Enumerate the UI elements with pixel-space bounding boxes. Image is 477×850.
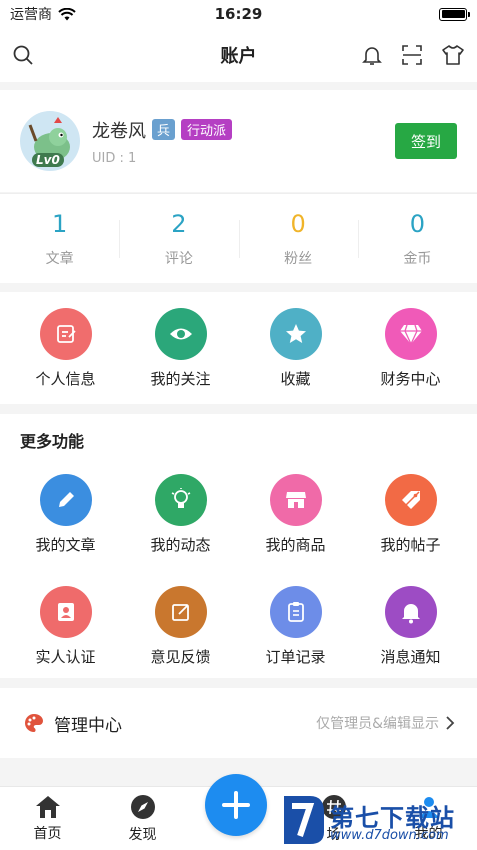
functions-row-1: 我的文章 我的动态 我的商品 我的帖子 (0, 474, 477, 555)
add-post-button[interactable] (205, 774, 267, 836)
user-name: 龙卷风 (92, 120, 146, 142)
stat-value: 0 (290, 209, 306, 238)
stat-label: 金币 (403, 250, 432, 267)
section-heading: 更多功能 (20, 432, 85, 451)
rank-tag: 兵 (152, 119, 176, 140)
stat-value: 2 (171, 209, 187, 238)
status-bar: 运营商 16:29 (0, 0, 477, 28)
tag-icon (384, 474, 437, 526)
function-feedback[interactable]: 意见反馈 (123, 586, 238, 667)
admin-only-hint: 仅管理员&编辑显示 (316, 716, 439, 732)
shirt-icon[interactable] (441, 44, 465, 66)
function-my-articles[interactable]: 我的文章 (8, 474, 123, 555)
function-my-activity[interactable]: 我的动态 (123, 474, 238, 555)
function-label: 消息通知 (380, 648, 441, 666)
menu-label: 财务中心 (380, 369, 441, 388)
function-order-records[interactable]: 订单记录 (238, 586, 353, 667)
avatar[interactable]: Lv0 (20, 111, 80, 171)
compass-icon (130, 794, 156, 820)
function-label: 我的帖子 (380, 536, 441, 554)
menu-label: 我的关注 (150, 369, 211, 388)
quick-menu: 个人信息 我的关注 收藏 财务中心 (0, 292, 477, 404)
search-icon[interactable] (12, 44, 34, 66)
function-label: 实人认证 (35, 648, 96, 666)
diamond-icon (384, 307, 437, 360)
stat-label: 评论 (164, 250, 193, 267)
star-icon (269, 307, 322, 360)
tab-label: 首页 (33, 825, 62, 842)
eye-icon (154, 307, 207, 360)
watermark-url: www.d7down.com (330, 828, 449, 843)
function-my-products[interactable]: 我的商品 (238, 474, 353, 555)
pen-icon (39, 474, 92, 526)
function-label: 我的商品 (265, 536, 326, 554)
watermark: 第七下载站 www.d7down.com (280, 792, 475, 850)
tab-label: 发现 (128, 826, 157, 843)
stat-articles[interactable]: 1 文章 (0, 210, 119, 268)
battery-icon (439, 7, 470, 21)
menu-following[interactable]: 我的关注 (123, 307, 238, 389)
id-card-icon (39, 586, 92, 638)
clipboard-icon (269, 586, 322, 638)
profile-card[interactable]: Lv0 龙卷风 兵 行动派 UID : 1 签到 (0, 90, 477, 192)
account-screen: 运营商 16:29 账户 Lv0 龙卷风 兵 行动派 UID: 1 签到 1 … (0, 0, 477, 850)
functions-row-2: 实人认证 意见反馈 订单记录 消息通知 (0, 586, 477, 667)
edit-icon (39, 307, 92, 360)
bell-icon[interactable] (361, 44, 383, 66)
user-id: UID : 1 (92, 150, 137, 166)
watermark-logo-icon (284, 796, 324, 844)
plus-icon (221, 790, 251, 820)
stat-fans[interactable]: 0 粉丝 (238, 209, 358, 268)
function-label: 我的文章 (35, 536, 96, 554)
function-notifications[interactable]: 消息通知 (353, 586, 468, 667)
palette-icon (24, 713, 44, 733)
function-label: 意见反馈 (150, 648, 211, 666)
group-tag: 行动派 (181, 119, 233, 140)
stat-label: 文章 (45, 250, 74, 267)
stat-value: 1 (51, 209, 68, 238)
chevron-right-icon (445, 715, 455, 731)
bell-icon (384, 586, 437, 638)
function-label: 订单记录 (265, 648, 326, 666)
scan-icon[interactable] (401, 44, 423, 66)
tab-home[interactable]: 首页 (0, 787, 95, 850)
stat-comments[interactable]: 2 评论 (119, 210, 238, 268)
menu-favorites[interactable]: 收藏 (238, 307, 353, 389)
stat-value: 0 (409, 209, 426, 238)
home-icon (34, 795, 62, 819)
checkin-button[interactable]: 签到 (395, 123, 457, 159)
menu-label: 收藏 (280, 369, 311, 388)
bulb-icon (154, 474, 207, 526)
menu-personal-info[interactable]: 个人信息 (8, 307, 123, 389)
function-my-posts[interactable]: 我的帖子 (353, 474, 468, 555)
admin-center-label: 管理中心 (54, 715, 122, 736)
carrier-label: 运营商 (10, 7, 52, 23)
feedback-icon (154, 586, 207, 638)
wifi-icon (58, 7, 76, 21)
menu-label: 个人信息 (35, 369, 96, 388)
level-badge: Lv0 (32, 153, 64, 167)
store-icon (269, 474, 322, 526)
admin-center-row[interactable]: 管理中心 仅管理员&编辑显示 (0, 688, 477, 758)
stat-coins[interactable]: 0 金币 (357, 209, 477, 268)
tab-discover[interactable]: 发现 (95, 787, 190, 850)
menu-finance[interactable]: 财务中心 (353, 307, 468, 389)
function-real-name-verify[interactable]: 实人认证 (8, 586, 123, 667)
nav-bar: 账户 (0, 28, 477, 82)
function-label: 我的动态 (150, 536, 211, 554)
stats-row: 1 文章 2 评论 0 粉丝 0 金币 (0, 193, 477, 283)
more-functions-section: 更多功能 我的文章 我的动态 我的商品 我的帖子 实人认证 意见反馈 订单记录 … (0, 414, 477, 678)
stat-label: 粉丝 (284, 250, 313, 267)
